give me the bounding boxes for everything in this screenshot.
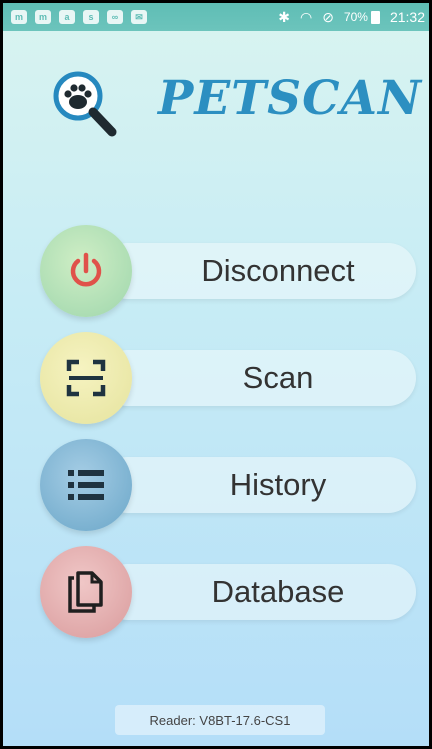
mail-icon: ✉ [131, 10, 147, 24]
scan-label: Scan [242, 360, 314, 395]
copy-documents-icon [68, 571, 103, 613]
status-bar: m m a s ∞ ✉ ✱ ◠ ⊘ 70% 21:32 [3, 3, 429, 31]
history-label: History [229, 467, 327, 502]
database-circle[interactable] [40, 546, 132, 638]
disconnect-button[interactable]: Disconnect [40, 225, 418, 317]
disconnect-label: Disconnect [201, 253, 355, 288]
reader-info: Reader: V8BT-17.6-CS1 [115, 705, 325, 735]
power-icon [70, 252, 102, 287]
notification-icon: s [83, 10, 99, 24]
clock: 21:32 [389, 9, 425, 25]
database-pill[interactable]: Database [100, 564, 416, 620]
history-circle[interactable] [40, 439, 132, 531]
database-button[interactable]: Database [40, 546, 418, 638]
scan-button[interactable]: Scan [40, 332, 418, 424]
bluetooth-icon: ✱ [278, 8, 290, 25]
disconnect-pill[interactable]: Disconnect [100, 243, 416, 299]
paw-magnifier-icon [46, 64, 126, 144]
scan-frame-icon [66, 359, 106, 397]
scan-circle[interactable] [40, 332, 132, 424]
app-notification-icon: m [35, 10, 51, 24]
list-icon [68, 470, 104, 500]
voicemail-icon: ∞ [107, 10, 123, 24]
disconnect-circle[interactable] [40, 225, 132, 317]
notification-icon: a [59, 10, 75, 24]
scan-pill[interactable]: Scan [100, 350, 416, 406]
do-not-disturb-icon: ⊘ [322, 8, 334, 25]
wifi-icon: ◠ [299, 8, 313, 25]
history-button[interactable]: History [40, 439, 418, 531]
history-pill[interactable]: History [100, 457, 416, 513]
app-title: PETSCAN [158, 71, 422, 126]
app-notification-icon: m [11, 10, 27, 24]
battery-percent: 70% [343, 10, 368, 24]
database-label: Database [211, 574, 345, 609]
app-screen: m m a s ∞ ✉ ✱ ◠ ⊘ 70% 21:32 PETSCAN Disc… [3, 3, 429, 746]
notification-icons: m m a s ∞ ✉ [3, 10, 147, 24]
status-indicators: ✱ ◠ ⊘ 70% 21:32 [278, 9, 429, 26]
battery-indicator: 70% [344, 10, 380, 24]
battery-icon [370, 10, 380, 24]
